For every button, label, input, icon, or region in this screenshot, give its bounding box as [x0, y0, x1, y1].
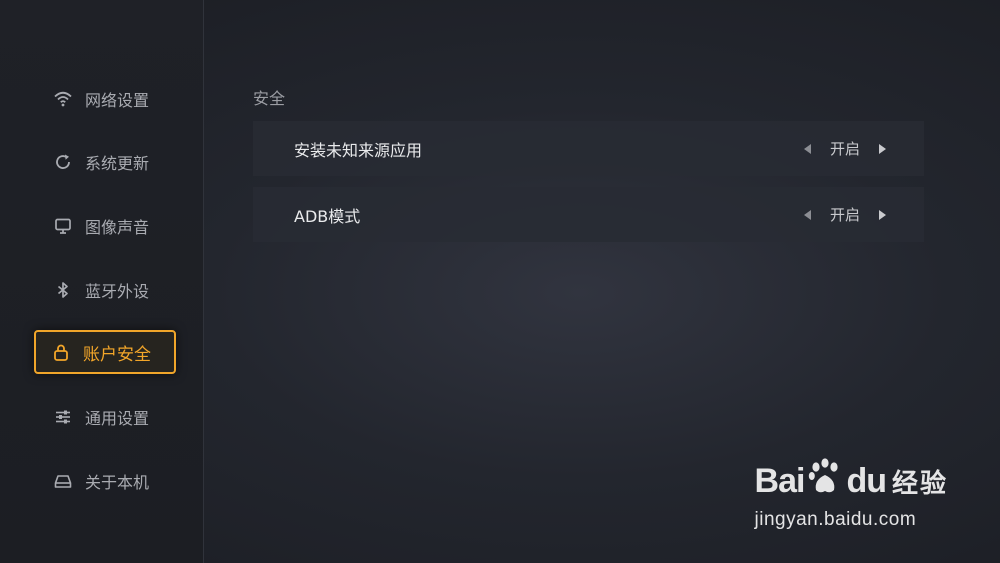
sidebar-item-network[interactable]: 网络设置	[34, 78, 176, 120]
sidebar-item-system-update[interactable]: 系统更新	[34, 141, 176, 183]
wifi-icon	[52, 88, 74, 110]
sidebar-item-label: 图像声音	[85, 218, 150, 237]
sidebar-item-picture-sound[interactable]: 图像声音	[34, 205, 176, 247]
section-title: 安全	[253, 89, 286, 108]
settings-panel: 安全 安装未知来源应用 开启 ADB模式 开启	[253, 88, 924, 253]
sidebar-item-label: 网络设置	[85, 91, 150, 110]
paw-logo-icon	[808, 458, 842, 505]
setting-label: ADB模式	[294, 206, 361, 226]
watermark-brand-left: Bai	[754, 462, 806, 500]
arrow-right-icon[interactable]	[879, 209, 886, 220]
sidebar-item-label: 账户安全	[83, 344, 151, 365]
monitor-icon	[52, 215, 74, 237]
sliders-icon	[52, 406, 74, 428]
value-selector[interactable]: 开启	[803, 204, 886, 225]
arrow-right-icon[interactable]	[879, 143, 886, 154]
sidebar-item-bluetooth[interactable]: 蓝牙外设	[34, 269, 176, 311]
baidu-jingyan-watermark: Bai du 经验 jingyan.baidu.com	[755, 458, 948, 531]
sidebar-item-label: 通用设置	[85, 409, 150, 428]
watermark-brand-cn: 经验	[891, 468, 948, 498]
watermark-brand-right: du	[846, 462, 887, 500]
watermark-url: jingyan.baidu.com	[754, 509, 917, 530]
sidebar-item-label: 关于本机	[85, 473, 150, 492]
value-selector[interactable]: 开启	[803, 138, 886, 159]
sidebar: 网络设置 系统更新 图像声音 蓝牙外设 账户安全 通用设置 关于本机	[0, 0, 204, 563]
sidebar-item-general-settings[interactable]: 通用设置	[34, 396, 176, 438]
setting-label: 安装未知来源应用	[294, 140, 423, 160]
lock-icon	[50, 341, 72, 363]
setting-row-adb-mode[interactable]: ADB模式 开启	[253, 187, 924, 242]
setting-value: 开启	[829, 140, 860, 158]
arrow-left-icon[interactable]	[803, 143, 811, 154]
arrow-left-icon[interactable]	[803, 209, 811, 220]
sidebar-item-label: 蓝牙外设	[85, 282, 150, 301]
refresh-icon	[52, 151, 74, 173]
setting-row-unknown-sources[interactable]: 安装未知来源应用 开启	[253, 121, 924, 176]
sidebar-item-about[interactable]: 关于本机	[34, 460, 176, 502]
device-icon	[52, 470, 74, 492]
setting-value: 开启	[829, 206, 860, 224]
sidebar-item-account-security[interactable]: 账户安全	[34, 330, 176, 374]
bluetooth-icon	[52, 279, 74, 301]
sidebar-item-label: 系统更新	[85, 154, 150, 173]
